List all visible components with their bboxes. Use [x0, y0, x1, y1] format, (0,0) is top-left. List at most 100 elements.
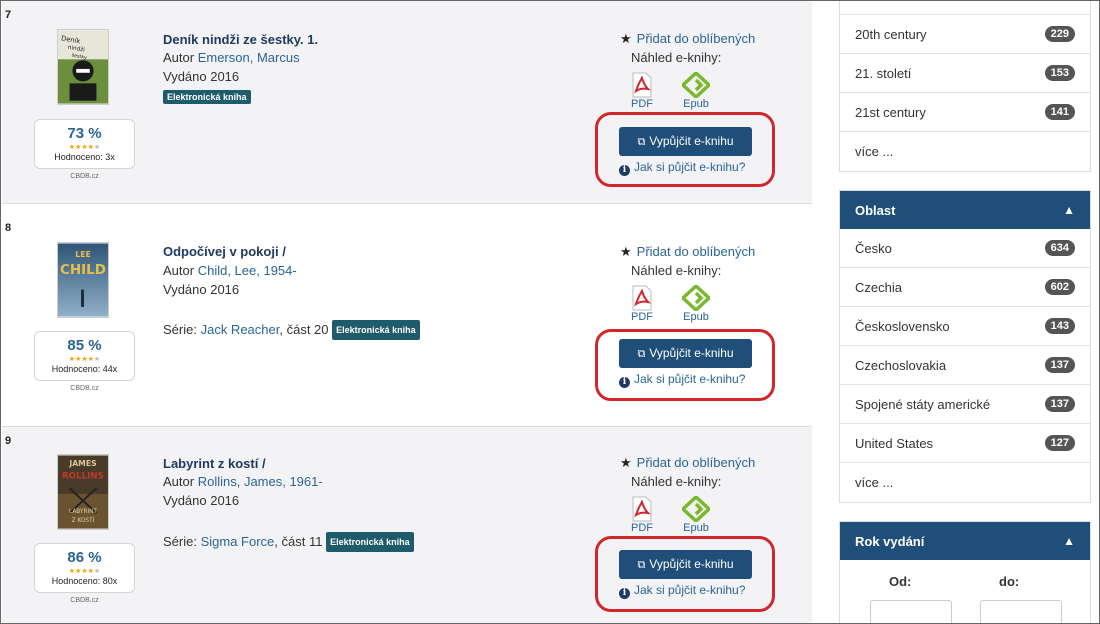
author-prefix: Autor: [163, 474, 195, 489]
facet-item-label: Spojené státy americké: [855, 396, 991, 412]
author-link[interactable]: Child, Lee, 1954-: [198, 263, 297, 278]
howto-borrow-link[interactable]: i Jak si půjčit e-knihu?: [619, 160, 745, 176]
facet-year-title: Rok vydání: [855, 533, 925, 549]
book-published: Vydáno 2016: [163, 493, 240, 508]
author-prefix: Autor: [163, 263, 195, 278]
howto-borrow-link[interactable]: i Jak si půjčit e-knihu?: [619, 372, 745, 388]
year-to-input[interactable]: [980, 600, 1062, 623]
series-prefix: Série:: [163, 534, 197, 549]
facet-more-label: více ...: [855, 144, 894, 159]
epub-icon: [682, 285, 710, 311]
author-link[interactable]: Rollins, James, 1961-: [198, 474, 323, 489]
facet-item: [840, 1, 1090, 15]
facet-year-header[interactable]: Rok vydání ▲: [840, 522, 1090, 560]
preview-label: Náhled e-knihy:: [631, 263, 722, 278]
result-number: 7: [5, 9, 12, 21]
facet-item-label: Československo: [855, 318, 950, 334]
year-from-input[interactable]: [870, 600, 952, 623]
series-link[interactable]: Jack Reacher: [201, 322, 280, 337]
howto-label: Jak si půjčit e-knihu?: [634, 583, 746, 597]
rating-percent: 86 %: [67, 549, 102, 566]
facet-item[interactable]: Československo 143: [840, 307, 1090, 346]
pdf-preview-link[interactable]: PDF: [622, 496, 662, 534]
facet-item[interactable]: United States 127: [840, 424, 1090, 463]
rating-box: 86 % ★★★★★ Hodnoceno: 80x: [34, 543, 135, 593]
borrow-ebook-button[interactable]: ⧉ Vypůjčit e-knihu: [619, 339, 752, 368]
facet-item[interactable]: Spojené státy americké 137: [840, 385, 1090, 424]
epub-preview-link[interactable]: Epub: [676, 72, 716, 110]
add-favorite-link[interactable]: ★ Přidat do oblíbených: [620, 31, 755, 47]
pdf-preview-link[interactable]: PDF: [622, 72, 662, 110]
external-link-icon: ⧉: [637, 559, 646, 571]
author-prefix: Autor: [163, 50, 195, 65]
facet-more-link[interactable]: více ...: [840, 463, 1090, 502]
book-cover[interactable]: Deník nindži šestky: [57, 29, 109, 105]
howto-borrow-link[interactable]: i Jak si půjčit e-knihu?: [619, 583, 745, 599]
rating-source: CBDB.cz: [70, 385, 99, 392]
facet-area: Oblast ▲ Česko 634 Czechia 602 Českoslov…: [839, 190, 1091, 503]
book-cover[interactable]: JAMES ROLLINS LABYRINT Z KOSTÍ: [57, 454, 109, 530]
facet-item[interactable]: 21. století 153: [840, 54, 1090, 93]
facet-item[interactable]: 21st century 141: [840, 93, 1090, 132]
rating-box: 85 % ★★★★★ Hodnoceno: 44x: [34, 331, 135, 381]
facet-item-label: United States: [855, 435, 934, 451]
facet-item[interactable]: Czechoslovakia 137: [840, 346, 1090, 385]
year-range-body: Od: do:: [840, 560, 1090, 623]
facet-year: Rok vydání ▲ Od: do:: [839, 521, 1091, 623]
add-favorite-label: Přidat do oblíbených: [636, 244, 756, 259]
epub-icon: [682, 496, 710, 522]
format-badge: Elektronická kniha: [326, 532, 414, 552]
howto-label: Jak si půjčit e-knihu?: [634, 160, 746, 174]
epub-label: Epub: [683, 522, 709, 534]
add-favorite-label: Přidat do oblíbených: [636, 455, 756, 470]
facet-item-label: 21. století: [855, 65, 912, 81]
star-icon: ★: [620, 455, 632, 470]
book-author-line: Autor Rollins, James, 1961-: [163, 474, 323, 490]
book-title[interactable]: Labyrint z kostí /: [163, 456, 266, 471]
facet-more-link[interactable]: více ...: [840, 132, 1090, 171]
pdf-icon: [632, 496, 652, 522]
borrow-ebook-button[interactable]: ⧉ Vypůjčit e-knihu: [619, 127, 752, 156]
facet-item-label: Česko: [855, 240, 892, 256]
book-title[interactable]: Deník nindži ze šestky. 1.: [163, 32, 318, 47]
facet-count-badge: 141: [1044, 104, 1075, 120]
facet-item[interactable]: 20th century 229: [840, 15, 1090, 54]
svg-text:Z KOSTÍ: Z KOSTÍ: [72, 517, 95, 524]
facet-count-badge: 137: [1044, 357, 1075, 373]
cover-art-icon: LEE CHILD: [58, 243, 108, 317]
collapse-caret-icon: ▲: [1063, 203, 1075, 217]
info-icon: i: [619, 588, 630, 599]
rating-stars-icon: ★★★★★: [68, 356, 101, 363]
year-from-label: Od:: [889, 574, 912, 589]
book-title[interactable]: Odpočívej v pokoji /: [163, 244, 286, 259]
series-part: , část 20: [279, 322, 329, 337]
preview-label: Náhled e-knihy:: [631, 474, 722, 489]
info-icon: i: [619, 165, 630, 176]
epub-preview-link[interactable]: Epub: [676, 285, 716, 323]
add-favorite-link[interactable]: ★ Přidat do oblíbených: [620, 455, 755, 471]
pdf-label: PDF: [631, 311, 653, 323]
facet-count-badge: 229: [1044, 26, 1075, 42]
borrow-label: Vypůjčit e-knihu: [649, 134, 734, 148]
rating-count: Hodnoceno: 44x: [51, 364, 118, 374]
book-cover[interactable]: LEE CHILD: [57, 242, 109, 318]
external-link-icon: ⧉: [637, 348, 646, 360]
facet-item[interactable]: Česko 634: [840, 229, 1090, 268]
epub-preview-link[interactable]: Epub: [676, 496, 716, 534]
facet-count-badge: 602: [1044, 279, 1075, 295]
facet-item[interactable]: Czechia 602: [840, 268, 1090, 307]
howto-label: Jak si půjčit e-knihu?: [634, 372, 746, 386]
author-link[interactable]: Emerson, Marcus: [198, 50, 300, 65]
pdf-preview-link[interactable]: PDF: [622, 285, 662, 323]
cover-art-icon: JAMES ROLLINS LABYRINT Z KOSTÍ: [58, 455, 108, 529]
add-favorite-label: Přidat do oblíbených: [636, 31, 756, 46]
facet-area-header[interactable]: Oblast ▲: [840, 191, 1090, 229]
add-favorite-link[interactable]: ★ Přidat do oblíbených: [620, 244, 755, 260]
book-series-line: Série: Jack Reacher, část 20 Elektronick…: [163, 320, 420, 340]
facet-count-badge: 634: [1044, 240, 1075, 256]
info-icon: i: [619, 377, 630, 388]
borrow-ebook-button[interactable]: ⧉ Vypůjčit e-knihu: [619, 550, 752, 579]
series-link[interactable]: Sigma Force: [201, 534, 275, 549]
preview-label: Náhled e-knihy:: [631, 50, 722, 65]
pdf-label: PDF: [631, 98, 653, 110]
